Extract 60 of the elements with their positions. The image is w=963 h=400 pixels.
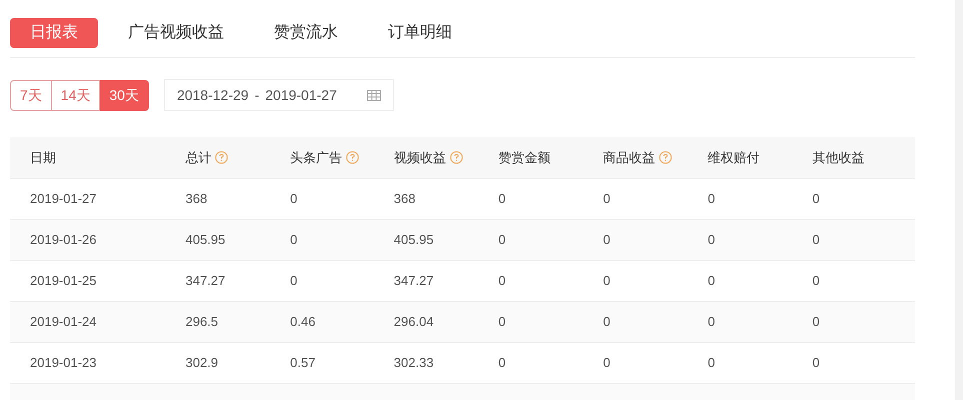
table-cell: 0 xyxy=(498,273,506,288)
table-cell: 0 xyxy=(708,232,715,248)
table-cell: 0 xyxy=(603,355,610,370)
table-cell: 0 xyxy=(708,314,715,330)
table-cell: 2019-01-23 xyxy=(30,355,96,370)
column-header: 日期 xyxy=(30,148,56,167)
date-separator: - xyxy=(254,86,260,104)
table-cell: 296.5 xyxy=(185,314,218,330)
table-cell: 0 xyxy=(708,191,715,206)
table-cell: 0 xyxy=(498,232,506,248)
help-icon[interactable] xyxy=(215,151,228,164)
help-icon[interactable] xyxy=(346,151,360,164)
table-cell: 2019-01-27 xyxy=(30,191,96,206)
table-cell: 0 xyxy=(498,355,506,370)
help-icon[interactable] xyxy=(659,151,672,164)
table-cell: 347.27 xyxy=(185,273,226,288)
table-cell: 0 xyxy=(603,232,610,248)
table-cell: 2019-01-26 xyxy=(30,232,96,248)
table-cell: 0 xyxy=(290,273,298,288)
help-icon[interactable] xyxy=(450,151,463,164)
column-header: 视频收益 xyxy=(394,148,446,167)
table-cell: 302.33 xyxy=(394,355,434,370)
calendar-icon[interactable] xyxy=(366,89,381,101)
table-cell: 0.46 xyxy=(290,314,316,330)
table-cell: 368 xyxy=(394,191,416,206)
tab[interactable]: 赞赏流水 xyxy=(254,18,358,48)
column-header: 维权赔付 xyxy=(708,148,760,167)
column-header: 总计 xyxy=(185,148,212,167)
table-cell: 0 xyxy=(603,314,610,330)
column-header: 其他收益 xyxy=(812,148,864,167)
table-cell: 0 xyxy=(812,314,820,330)
table-cell: 2019-01-25 xyxy=(30,273,96,288)
table-cell: 0 xyxy=(603,273,610,288)
column-header: 商品收益 xyxy=(603,148,656,167)
table-cell: 0 xyxy=(498,191,506,206)
table-cell: 405.95 xyxy=(185,232,226,248)
tab[interactable]: 广告视频收益 xyxy=(108,18,244,48)
table-cell: 0 xyxy=(290,232,298,248)
table-cell: 0 xyxy=(708,355,715,370)
table-cell: 0 xyxy=(290,191,298,206)
table-cell: 0 xyxy=(498,314,506,330)
table-cell: 0 xyxy=(812,232,820,248)
end-date: 2019-01-27 xyxy=(265,86,337,104)
tab[interactable]: 订单明细 xyxy=(368,18,472,48)
table-cell: 0 xyxy=(812,191,820,206)
table-cell: 368 xyxy=(185,191,208,206)
date-range-field[interactable]: 2018-12-29 - 2019-01-27 xyxy=(164,79,394,111)
table-cell: 302.9 xyxy=(185,355,218,370)
start-date: 2018-12-29 xyxy=(176,86,249,104)
table-cell: 2019-01-24 xyxy=(30,314,96,330)
table-cell: 0 xyxy=(708,273,715,288)
table-cell: 0 xyxy=(603,191,610,206)
column-header: 头条广告 xyxy=(290,148,342,167)
table-cell: 347.27 xyxy=(394,273,434,288)
column-header: 赞赏金额 xyxy=(498,148,550,167)
table-cell: 0 xyxy=(812,273,820,288)
table-cell: 296.04 xyxy=(394,314,434,330)
table-cell: 0 xyxy=(812,355,820,370)
table-cell: 0.57 xyxy=(290,355,316,370)
table-cell: 405.95 xyxy=(394,232,434,248)
